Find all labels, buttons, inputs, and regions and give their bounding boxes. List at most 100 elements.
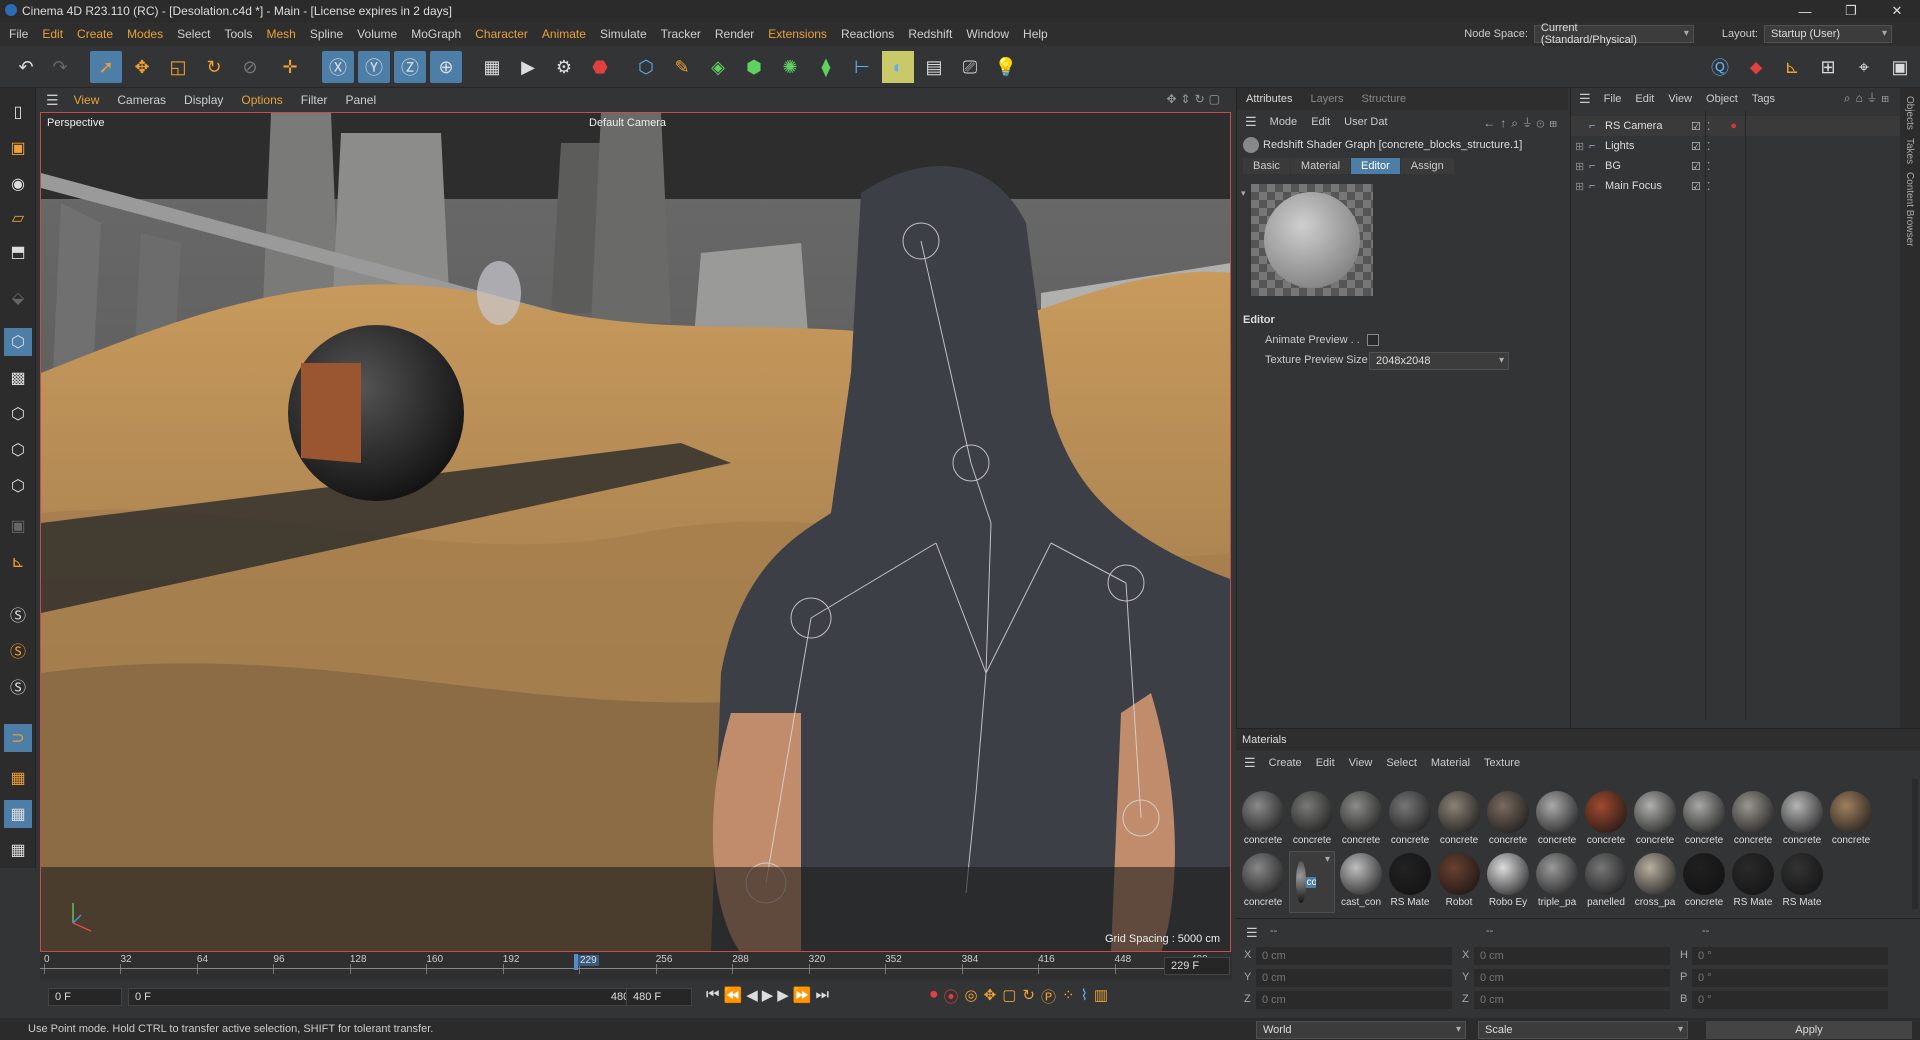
mat-menu-material[interactable]: Material [1424,757,1477,769]
redshift-ipr-icon[interactable]: ⬥ [1740,51,1772,83]
obj-menu-tags[interactable]: Tags [1745,93,1782,105]
visibility-check-icon[interactable]: ☑ [1691,140,1701,153]
material-swatch[interactable]: panelled [1583,851,1629,913]
current-frame-field[interactable]: 229 F [1164,957,1230,975]
open-icon[interactable]: ◉ [4,170,32,198]
material-swatch[interactable]: RS Mate [1730,851,1776,913]
attr-tab-structure[interactable]: Structure [1353,93,1416,105]
object-name[interactable]: BG [1605,160,1687,172]
new-scene-icon[interactable]: ▯ [4,98,32,126]
redshift-tag-icon[interactable]: ● [1730,120,1737,132]
workplane-grid-icon[interactable]: ▦ [4,764,32,792]
visibility-check-icon[interactable]: ☑ [1691,160,1701,173]
material-swatch[interactable]: concrete [1730,789,1776,851]
menu-volume[interactable]: Volume [350,27,404,41]
coordinate-system-icon[interactable]: ⊕ [430,51,462,83]
go-to-start-icon[interactable]: ⏮ [706,986,720,1004]
close-button[interactable]: ✕ [1874,0,1920,22]
render-settings-icon[interactable]: ⚙ [548,51,580,83]
material-swatch[interactable]: Robot [1436,851,1482,913]
lock-y-axis-icon[interactable]: Ⓨ [358,51,390,83]
lock-workplane-icon[interactable]: ▦ [4,836,32,864]
menu-window[interactable]: Window [959,27,1016,41]
layer-dots-icon[interactable]: ⁚ [1707,140,1711,153]
redo-icon[interactable]: ↷ [44,51,76,83]
make-editable-icon[interactable]: ⬙ [4,284,32,312]
menu-tracker[interactable]: Tracker [654,27,708,41]
menu-help[interactable]: Help [1016,27,1055,41]
coord-value-field[interactable]: 0 cm [1474,947,1670,965]
render-view-icon[interactable]: ▶ [512,51,544,83]
material-swatch[interactable]: RS Mate [1779,851,1825,913]
object-name[interactable]: Main Focus [1605,180,1687,192]
menu-file[interactable]: File [2,27,35,41]
prev-frame-icon[interactable]: ◀ [746,986,758,1004]
side-tab-objects[interactable]: Objects [1904,96,1915,130]
workplane-icon[interactable]: ⌖ [1848,51,1880,83]
grid-icon[interactable]: ▦ [4,800,32,828]
attr-tab-layers[interactable]: Layers [1301,93,1352,105]
cloner-icon[interactable]: ✺ [774,51,806,83]
camera-icon[interactable]: ⎚ [954,51,986,83]
animate-preview-checkbox[interactable] [1367,334,1379,346]
layer-dots-icon[interactable]: ⁚ [1707,180,1711,193]
magnet-snap-icon[interactable]: ⊃ [4,724,32,752]
object-row[interactable]: ⊞ ⌐ BG ☑ ⁚ [1571,156,1901,176]
coord-value-field[interactable]: 0 cm [1256,991,1452,1009]
light-icon[interactable]: 💡 [990,51,1022,83]
material-swatch[interactable]: concrete [1387,789,1433,851]
menu-select[interactable]: Select [170,27,217,41]
material-preview[interactable] [1251,184,1373,296]
material-swatch[interactable]: concrete [1338,789,1384,851]
attr-subtab-editor[interactable]: Editor [1351,158,1400,174]
obj-menu-file[interactable]: File [1597,93,1629,105]
undo-icon[interactable]: ↶ [10,51,42,83]
go-to-end-icon[interactable]: ⏭ [816,986,830,1004]
menu-reactions[interactable]: Reactions [834,27,901,41]
object-row[interactable]: ⊞ ⌐ Main Focus ☑ ⁚ [1571,176,1901,196]
redshift-render-icon[interactable]: ⬣ [584,51,616,83]
record-keys-icon[interactable]: ⏺ [930,986,938,1007]
menu-modes[interactable]: Modes [120,27,170,41]
attr-menu-user-dat[interactable]: User Dat [1337,116,1394,128]
workplane-axis-icon[interactable]: ⊾ [4,548,32,576]
obj-menu-view[interactable]: View [1661,93,1699,105]
obj-menu-edit[interactable]: Edit [1628,93,1661,105]
expand-icon[interactable]: ⊞ [1575,180,1589,193]
material-swatch[interactable]: concrete [1681,851,1727,913]
menu-edit[interactable]: Edit [35,27,70,41]
visibility-check-icon[interactable]: ☑ [1691,120,1701,133]
node-space-select[interactable]: Current (Standard/Physical) [1533,22,1694,46]
timeline-icon[interactable]: ⌇ [1081,986,1088,1007]
viewport-hamburger-icon[interactable]: ☰ [46,92,59,109]
next-frame-icon[interactable]: ▶ [777,986,789,1004]
attr-menu-mode[interactable]: Mode [1263,116,1305,128]
recent-tool-icon[interactable]: ⊘ [234,51,266,83]
preview-range-min[interactable]: 0 F 480 F [128,988,646,1006]
uv-mode-icon[interactable]: ▣ [4,512,32,540]
material-swatch[interactable]: Robo Ey [1485,851,1531,913]
camera-label[interactable]: Default Camera [589,117,666,129]
material-swatch[interactable]: concrete [1681,789,1727,851]
key-scale-icon[interactable]: ▢ [1002,986,1016,1007]
coord-hamburger-icon[interactable]: ☰ [1246,925,1258,941]
layout-switch-icon[interactable]: ▣ [1884,51,1916,83]
solo-single-icon[interactable]: Ⓢ [4,636,32,664]
attr-subtab-basic[interactable]: Basic [1243,158,1290,174]
visibility-check-icon[interactable]: ☑ [1691,180,1701,193]
menu-spline[interactable]: Spline [303,27,350,41]
obj-nav-icons[interactable]: ⌕⌂⏚⊞ [1844,91,1894,106]
material-swatch[interactable]: concrete [1289,851,1335,913]
end-frame-field[interactable]: 480 F [626,988,692,1006]
coord-value-field[interactable]: 0 cm [1474,991,1670,1009]
materials-scrollbar[interactable] [1912,779,1918,909]
edge-mode-icon[interactable]: ⬡ [4,436,32,464]
object-name[interactable]: RS Camera [1605,120,1687,132]
coord-value-field[interactable]: 0 cm [1256,969,1452,987]
viewport-menu-display[interactable]: Display [175,93,232,107]
viewport-menu-options[interactable]: Options [232,93,291,107]
material-swatch[interactable]: concrete [1485,789,1531,851]
model-mode-icon[interactable]: ⬡ [4,328,32,356]
next-key-icon[interactable]: ⏩ [793,986,812,1004]
start-frame-field[interactable]: 0 F [48,988,122,1006]
